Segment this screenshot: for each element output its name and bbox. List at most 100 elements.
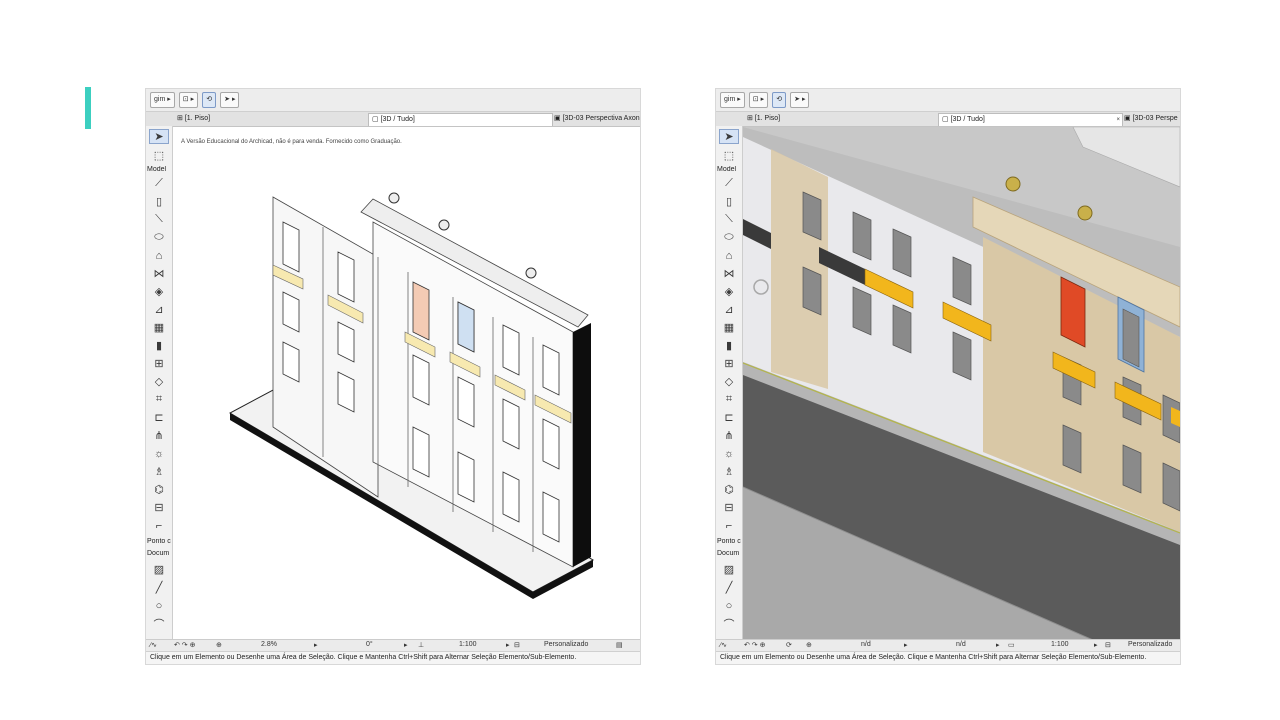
column-tool[interactable]: ▯ (719, 194, 739, 209)
chevron-right-icon[interactable]: ▸ (996, 641, 1000, 649)
layer-dropdown[interactable]: gim ▸ (720, 92, 745, 108)
slab-tool[interactable]: ⬭ (149, 230, 169, 245)
railing-tool[interactable]: ⌬ (719, 482, 739, 497)
angle-value[interactable]: n/d (956, 641, 966, 648)
layer-dropdown[interactable]: gim ▸ (150, 92, 175, 108)
finial (438, 219, 450, 231)
undo-icon[interactable]: ↶ ↷ ⊕ (174, 641, 196, 649)
undo-icon[interactable]: ↶ ↷ ⊕ (744, 641, 766, 649)
tab-3d[interactable]: ▢ [3D / Tudo] × (938, 113, 1123, 126)
arrow-tool-dropdown[interactable]: ➤ ▸ (220, 92, 240, 108)
layout-icon[interactable]: ▤ (616, 641, 623, 649)
chevron-right-icon: ▸ (231, 96, 236, 103)
model-view-value[interactable]: Personalizado (1128, 641, 1172, 648)
column-tool[interactable]: ▯ (149, 194, 169, 209)
toolbox-section-model: Model (717, 166, 737, 173)
circle-tool[interactable]: ○ (719, 598, 739, 613)
roof-tool[interactable]: ⌂ (149, 248, 169, 263)
mesh-tool[interactable]: ⋔ (719, 428, 739, 443)
line-tool[interactable]: ╱ (149, 580, 169, 595)
lamp-tool[interactable]: ☼ (149, 446, 169, 461)
hidden-line-facade-model (228, 192, 595, 599)
fill-tool[interactable]: ▨ (149, 562, 169, 577)
chevron-right-icon[interactable]: ▸ (1094, 641, 1098, 649)
arc-tool[interactable]: ⌒ (149, 616, 169, 631)
wall-tool[interactable]: ⟋ (719, 176, 739, 191)
marquee-tool[interactable]: ⬚ (719, 148, 739, 163)
section-tool[interactable]: ⊟ (149, 500, 169, 515)
arrow-tool-dropdown[interactable]: ➤ ▸ (790, 92, 810, 108)
tab-perspective[interactable]: ▣ [3D-03 Perspectiva Axon (551, 113, 640, 125)
zoom-level[interactable]: n/d (861, 641, 871, 648)
angle-value[interactable]: 0° (366, 641, 373, 648)
arrow-tool[interactable]: ➤ (149, 129, 169, 144)
chevron-right-icon[interactable]: ▸ (506, 641, 510, 649)
morph-tool[interactable]: ◈ (149, 284, 169, 299)
curtain-wall-tool[interactable]: ▦ (719, 320, 739, 335)
3d-model-viewport[interactable] (743, 127, 1180, 640)
shell-tool[interactable]: ⋈ (149, 266, 169, 281)
zoom-level[interactable]: 2.8% (261, 641, 277, 648)
pen-icon[interactable]: ∕∿ (150, 641, 157, 649)
orbit-button[interactable]: ⟲ (772, 92, 787, 108)
scale-value[interactable]: 1:100 (459, 641, 477, 648)
object-tool[interactable]: ⌗ (149, 392, 169, 407)
morph-tool[interactable]: ◈ (719, 284, 739, 299)
wall-tool[interactable]: ⟋ (149, 176, 169, 191)
pen-icon[interactable]: ∕∿ (720, 641, 727, 649)
shaded-facade-model (743, 127, 1180, 640)
chevron-right-icon: ▸ (801, 96, 806, 103)
window-tool[interactable]: ⊞ (719, 356, 739, 371)
zoom-icon[interactable]: ⊕ (216, 641, 222, 649)
orbit-icon[interactable]: ⟳ (786, 641, 792, 649)
arc-tool[interactable]: ⌒ (719, 616, 739, 631)
arrow-tool[interactable]: ➤ (719, 129, 739, 144)
roof-tool[interactable]: ⌂ (719, 248, 739, 263)
chevron-right-icon[interactable]: ▸ (404, 641, 408, 649)
3d-model-viewport[interactable]: A Versão Educacional do Archicad, não é … (173, 127, 640, 640)
zone-tool[interactable]: ⊏ (719, 410, 739, 425)
figure-tool[interactable]: ♗ (149, 464, 169, 479)
zone-tool[interactable]: ⊏ (149, 410, 169, 425)
object-tool[interactable]: ⌗ (719, 392, 739, 407)
figure-tool[interactable]: ♗ (719, 464, 739, 479)
beam-tool[interactable]: ⟍ (719, 212, 739, 227)
window-tool[interactable]: ⊞ (149, 356, 169, 371)
skylight-tool[interactable]: ◇ (149, 374, 169, 389)
tab-floor-plan[interactable]: ⊞ [1. Piso] (744, 113, 807, 125)
orbit-button[interactable]: ⟲ (202, 92, 217, 108)
line-tool[interactable]: ╱ (719, 580, 739, 595)
fill-tool[interactable]: ▨ (719, 562, 739, 577)
3d-view-icon: ▢ (372, 116, 381, 123)
polyline-tool[interactable]: ⌐ (149, 518, 169, 533)
tab-floor-plan[interactable]: ⊞ [1. Piso] (174, 113, 237, 125)
railing-tool[interactable]: ⌬ (149, 482, 169, 497)
skylight-tool[interactable]: ◇ (719, 374, 739, 389)
view-dropdown[interactable]: ⊡ ▸ (748, 92, 769, 108)
stair-tool[interactable]: ⊿ (719, 302, 739, 317)
curtain-wall-tool[interactable]: ▦ (149, 320, 169, 335)
model-view-value[interactable]: Personalizado (544, 641, 588, 648)
view-dropdown[interactable]: ⊡ ▸ (178, 92, 199, 108)
tab-perspective[interactable]: ▣ [3D-03 Perspe (1121, 113, 1180, 125)
polyline-tool[interactable]: ⌐ (719, 518, 739, 533)
door-tool[interactable]: ▮ (719, 338, 739, 353)
close-tab-icon[interactable]: × (1116, 114, 1120, 126)
stair-tool[interactable]: ⊿ (149, 302, 169, 317)
chevron-right-icon[interactable]: ▸ (314, 641, 318, 649)
beam-tool[interactable]: ⟍ (149, 212, 169, 227)
door-tool[interactable]: ▮ (149, 338, 169, 353)
zoom-icon[interactable]: ⊕ (806, 641, 812, 649)
marquee-tool[interactable]: ⬚ (149, 148, 169, 163)
section-tool[interactable]: ⊟ (719, 500, 739, 515)
top-toolbar: gim ▸ ⊡ ▸ ⟲ ➤ ▸ (146, 89, 640, 112)
slab-tool[interactable]: ⬭ (719, 230, 739, 245)
lamp-tool[interactable]: ☼ (719, 446, 739, 461)
shell-tool[interactable]: ⋈ (719, 266, 739, 281)
mesh-tool[interactable]: ⋔ (149, 428, 169, 443)
view-icon: ⊡ (752, 96, 759, 103)
scale-value[interactable]: 1:100 (1051, 641, 1069, 648)
chevron-right-icon[interactable]: ▸ (904, 641, 908, 649)
circle-tool[interactable]: ○ (149, 598, 169, 613)
tab-3d[interactable]: ▢ [3D / Tudo] (368, 113, 553, 126)
